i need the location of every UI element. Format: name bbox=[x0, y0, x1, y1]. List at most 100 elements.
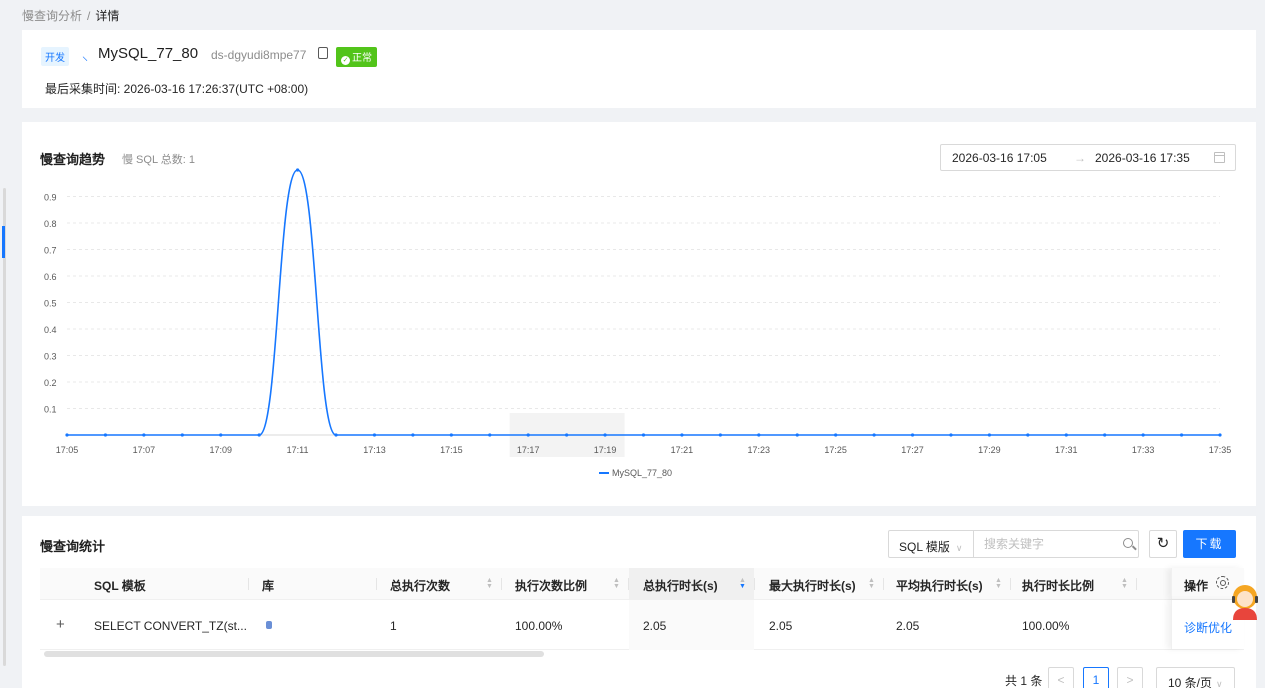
y-tick-label: 0.8 bbox=[44, 219, 57, 229]
table-row: + SELECT CONVERT_TZ(st... 1 100.00% 2.05… bbox=[40, 600, 1244, 650]
download-button[interactable]: 下载 bbox=[1183, 530, 1236, 558]
x-tick-label: 17:25 bbox=[824, 445, 847, 455]
col-max-time[interactable]: 最大执行时长(s) bbox=[769, 577, 856, 594]
data-point[interactable] bbox=[641, 433, 646, 437]
data-point[interactable] bbox=[718, 433, 722, 437]
x-tick-label: 17:31 bbox=[1055, 445, 1078, 455]
sort-icon[interactable]: ▲ ▼ bbox=[868, 577, 875, 590]
next-page-button[interactable]: > bbox=[1117, 667, 1143, 688]
x-tick-label: 17:15 bbox=[440, 445, 463, 455]
page-size-select[interactable]: 10 条/页 ∨ bbox=[1156, 667, 1235, 688]
data-point[interactable] bbox=[603, 433, 607, 437]
instance-name: MySQL_77_80 bbox=[98, 45, 199, 62]
breadcrumb-current: 详情 bbox=[95, 9, 120, 23]
filter-select[interactable]: SQL 模版 ∨ bbox=[888, 530, 974, 558]
data-point[interactable] bbox=[296, 168, 300, 172]
trend-card: 慢查询趋势 慢 SQL 总数: 1 2026-03-16 17:05 → 202… bbox=[22, 122, 1256, 506]
sort-icon[interactable]: ▲ ▼ bbox=[613, 577, 620, 590]
search-icon[interactable] bbox=[1123, 538, 1133, 548]
expand-row-icon[interactable]: + bbox=[56, 616, 65, 633]
data-point[interactable] bbox=[526, 433, 530, 437]
x-tick-label: 17:29 bbox=[978, 445, 1001, 455]
col-exec-ratio[interactable]: 执行次数比例 bbox=[515, 577, 587, 594]
data-point[interactable] bbox=[1103, 433, 1107, 437]
data-point[interactable] bbox=[1218, 433, 1222, 437]
sort-icon[interactable]: ▲ ▼ bbox=[486, 577, 493, 590]
x-tick-label: 17:17 bbox=[517, 445, 540, 455]
x-tick-label: 17:19 bbox=[594, 445, 617, 455]
time-ratio-cell: 100.00% bbox=[1022, 619, 1070, 633]
stats-title: 慢查询统计 bbox=[40, 539, 106, 554]
x-tick-label: 17:21 bbox=[671, 445, 694, 455]
x-tick-label: 17:13 bbox=[363, 445, 386, 455]
col-avg-time[interactable]: 平均执行时长(s) bbox=[896, 577, 983, 594]
data-point[interactable] bbox=[103, 433, 108, 437]
col-total-time[interactable]: 总执行时长(s) bbox=[643, 577, 718, 594]
col-time-ratio[interactable]: 执行时长比例 bbox=[1022, 577, 1094, 594]
data-point[interactable] bbox=[987, 433, 992, 437]
trend-chart[interactable]: 0.1 0.2 0.3 0.4 0.5 0.6 0.7 0.8 0.9 17:05 17:07 17:… bbox=[22, 122, 1256, 506]
x-tick-label: 17:35 bbox=[1209, 445, 1232, 455]
data-point[interactable] bbox=[795, 433, 799, 437]
diagnose-optimize-link[interactable]: 诊断优化 bbox=[1184, 619, 1232, 636]
last-collect-time: 最后采集时间: 2026-03-16 17:26:37(UTC +08:00) bbox=[45, 82, 309, 96]
data-point[interactable] bbox=[488, 433, 492, 437]
check-circle-icon: ✓ bbox=[341, 56, 350, 65]
data-point[interactable] bbox=[180, 433, 184, 437]
prev-page-button[interactable]: < bbox=[1048, 667, 1074, 688]
exec-count-cell: 1 bbox=[390, 619, 397, 633]
filter-select-value: SQL 模版 bbox=[899, 540, 950, 554]
y-tick-label: 0.3 bbox=[44, 352, 57, 362]
pagination-total: 共 1 条 bbox=[1005, 674, 1043, 688]
data-point[interactable] bbox=[834, 433, 838, 437]
data-point[interactable] bbox=[1026, 433, 1030, 437]
x-tick-label: 17:23 bbox=[748, 445, 771, 455]
search-input[interactable] bbox=[984, 537, 1104, 551]
instance-id: ds-dgyudi8mpe77 bbox=[211, 48, 307, 62]
x-tick-label: 17:07 bbox=[133, 445, 156, 455]
data-point[interactable] bbox=[372, 433, 377, 437]
data-point[interactable] bbox=[872, 433, 876, 437]
breadcrumb-parent-link[interactable]: 慢查询分析 bbox=[22, 9, 82, 23]
x-tick-label: 17:05 bbox=[56, 445, 79, 455]
table-horizontal-scrollbar[interactable] bbox=[44, 651, 544, 657]
stats-card: 慢查询统计 SQL 模版 ∨ ↻ 下载 SQL 模板 库 总执行次数 ▲▼ 执行次… bbox=[22, 516, 1256, 688]
legend-label[interactable]: MySQL_77_80 bbox=[612, 468, 672, 478]
data-point[interactable] bbox=[449, 433, 453, 437]
data-point[interactable] bbox=[334, 433, 338, 437]
data-point[interactable] bbox=[1141, 433, 1145, 437]
refresh-button[interactable]: ↻ bbox=[1149, 530, 1177, 558]
data-point[interactable] bbox=[680, 433, 684, 437]
data-point[interactable] bbox=[65, 433, 69, 437]
left-scrollbar[interactable] bbox=[0, 0, 8, 688]
page-size-value: 10 条/页 bbox=[1168, 676, 1213, 688]
x-tick-label: 17:09 bbox=[209, 445, 232, 455]
data-point[interactable] bbox=[565, 433, 569, 437]
data-point[interactable] bbox=[411, 433, 415, 437]
data-point[interactable] bbox=[219, 433, 223, 437]
data-point[interactable] bbox=[1179, 433, 1184, 437]
database-icon bbox=[266, 621, 272, 629]
page-1-button[interactable]: 1 bbox=[1083, 667, 1109, 688]
col-exec-count[interactable]: 总执行次数 bbox=[390, 577, 450, 594]
data-point[interactable] bbox=[257, 433, 261, 437]
col-database: 库 bbox=[262, 579, 275, 593]
sort-desc-active-icon[interactable]: ▲ ▼ bbox=[739, 577, 746, 590]
col-sql-template: SQL 模板 bbox=[94, 579, 146, 593]
sort-icon[interactable]: ▲ ▼ bbox=[995, 577, 1002, 590]
data-point[interactable] bbox=[949, 433, 953, 437]
data-point[interactable] bbox=[1064, 433, 1068, 437]
refresh-icon: ↻ bbox=[1156, 535, 1170, 552]
sort-icon[interactable]: ▲ ▼ bbox=[1121, 577, 1128, 590]
search-box[interactable] bbox=[973, 530, 1139, 558]
y-tick-label: 0.5 bbox=[44, 299, 57, 309]
data-point[interactable] bbox=[142, 433, 146, 437]
y-tick-label: 0.7 bbox=[44, 246, 57, 256]
avg-time-cell: 2.05 bbox=[896, 619, 920, 633]
copy-icon[interactable] bbox=[318, 47, 328, 59]
data-point[interactable] bbox=[910, 433, 915, 437]
x-tick-label: 17:33 bbox=[1132, 445, 1155, 455]
data-point[interactable] bbox=[757, 433, 761, 437]
customer-service-avatar-icon[interactable] bbox=[1228, 582, 1262, 620]
col-action: 操作 bbox=[1184, 579, 1209, 593]
